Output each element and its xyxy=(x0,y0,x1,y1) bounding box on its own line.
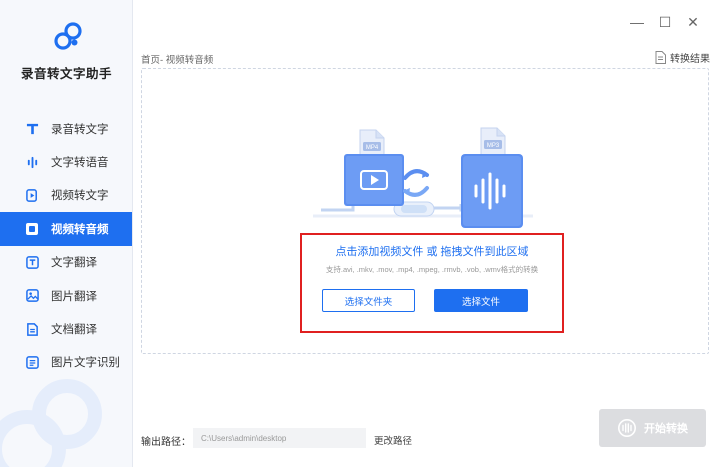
sidebar-item-label: 视频转文字 xyxy=(51,190,109,203)
sidebar-item-label: 图片文字识别 xyxy=(51,357,120,370)
sidebar-item-text-translate[interactable]: 文字翻译 xyxy=(0,246,132,279)
output-path-field[interactable] xyxy=(193,428,366,448)
sidebar-item-label: 视频转音频 xyxy=(51,223,109,236)
image-ocr-icon xyxy=(25,355,39,369)
svg-text:MP4: MP4 xyxy=(366,145,379,151)
svg-text:MP3: MP3 xyxy=(487,143,500,149)
sidebar-item-label: 文档翻译 xyxy=(51,324,97,337)
drop-zone-title[interactable]: 点击添加视频文件 或 拖拽文件到此区域 xyxy=(300,243,564,259)
sidebar-item-audio-to-text[interactable]: 录音转文字 xyxy=(0,112,132,145)
convert-circle-icon xyxy=(618,419,636,437)
convert-arrows-icon xyxy=(403,169,429,197)
close-button[interactable]: ✕ xyxy=(684,13,702,31)
sidebar-item-label: 文字转语音 xyxy=(51,157,109,170)
video-audio-icon xyxy=(25,222,39,236)
document-translate-icon xyxy=(25,322,39,336)
sidebar-item-image-translate[interactable]: 图片翻译 xyxy=(0,279,132,312)
supported-formats-text: 支持.avi, .mkv, .mov, .mp4, .mpeg, .rmvb, … xyxy=(325,265,539,274)
conversion-result-label: 转换结果 xyxy=(670,54,710,65)
sidebar-item-text-to-speech[interactable]: 文字转语音 xyxy=(0,145,132,178)
image-translate-icon xyxy=(25,289,39,303)
output-path-label: 输出路径： xyxy=(141,437,191,448)
video-to-audio-illustration: MP4 MP3 xyxy=(313,127,533,228)
sidebar-item-video-to-audio[interactable]: 视频转音频 xyxy=(0,212,132,246)
translate-text-icon xyxy=(25,255,39,269)
sidebar-item-video-to-text[interactable]: 视频转文字 xyxy=(0,179,132,212)
video-play-icon xyxy=(25,188,39,202)
start-convert-button[interactable]: 开始转换 xyxy=(599,409,706,447)
maximize-button[interactable]: ☐ xyxy=(656,13,674,31)
app-title: 录音转文字助手 xyxy=(20,67,112,81)
select-folder-button[interactable]: 选择文件夹 xyxy=(322,289,415,312)
conversion-result-link[interactable]: 转换结果 xyxy=(655,50,710,65)
breadcrumb: 首页- 视频转音频 xyxy=(141,55,214,66)
document-icon xyxy=(655,51,666,64)
sidebar: 录音转文字助手 录音转文字 文字转语音 视频转文字 视频转音频 文字翻译 图片翻… xyxy=(0,0,133,467)
sidebar-item-label: 文字翻译 xyxy=(51,257,97,270)
minimize-button[interactable]: — xyxy=(628,13,646,31)
sidebar-item-image-ocr[interactable]: 图片文字识别 xyxy=(0,346,132,379)
sidebar-item-label: 录音转文字 xyxy=(51,123,109,136)
app-logo-icon xyxy=(54,22,82,50)
select-file-button[interactable]: 选择文件 xyxy=(434,289,528,312)
sidebar-watermark-icon xyxy=(0,379,102,467)
start-convert-label: 开始转换 xyxy=(644,423,688,435)
text-t-icon xyxy=(25,122,39,136)
change-path-link[interactable]: 更改路径 xyxy=(374,433,412,447)
sidebar-nav: 录音转文字 文字转语音 视频转文字 视频转音频 文字翻译 图片翻译 文档翻译 图… xyxy=(0,112,132,379)
sidebar-item-document-translate[interactable]: 文档翻译 xyxy=(0,312,132,345)
sidebar-item-label: 图片翻译 xyxy=(51,290,97,303)
audio-bars-icon xyxy=(25,155,39,169)
